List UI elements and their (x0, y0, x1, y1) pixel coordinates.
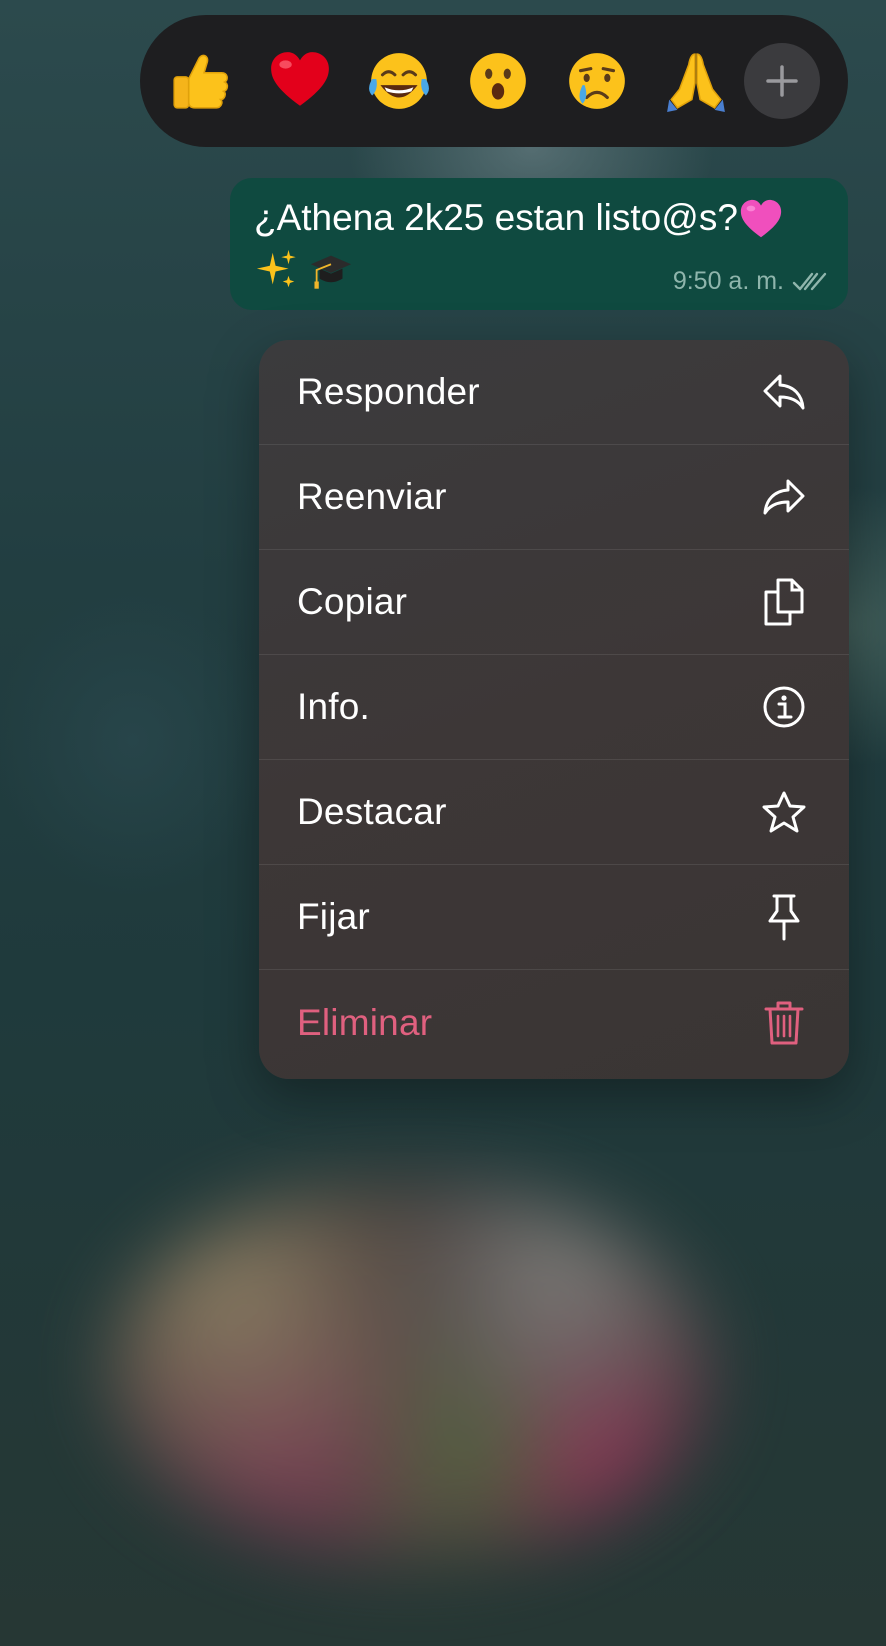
message-text: ¿Athena 2k25 estan listo@s? (254, 197, 738, 238)
menu-item-info[interactable]: Info. (259, 655, 849, 760)
tears-of-joy-emoji[interactable] (366, 48, 432, 114)
menu-item-label: Fijar (297, 896, 370, 937)
menu-item-delete[interactable]: Eliminar (259, 970, 849, 1075)
pink-heart-emoji (738, 192, 784, 244)
folded-hands-emoji[interactable] (663, 48, 729, 114)
surprised-face-emoji[interactable] (465, 48, 531, 114)
menu-item-label: Copiar (297, 581, 408, 622)
menu-item-copy[interactable]: Copiar (259, 550, 849, 655)
info-icon (761, 684, 807, 730)
menu-item-label: Destacar (297, 791, 447, 832)
menu-item-label: Responder (297, 371, 480, 412)
reply-icon (761, 369, 807, 415)
trash-icon (761, 1000, 807, 1046)
crying-face-emoji[interactable] (564, 48, 630, 114)
forward-icon (761, 474, 807, 520)
message-context-menu: Responder Reenviar Copiar Info. Destacar… (259, 340, 849, 1079)
menu-item-reply[interactable]: Responder (259, 340, 849, 445)
reaction-bar (140, 15, 848, 147)
star-icon (761, 789, 807, 835)
more-reactions-button[interactable] (744, 43, 820, 119)
double-check-icon (792, 272, 827, 290)
red-heart-emoji[interactable] (267, 48, 333, 114)
message-bubble[interactable]: ¿Athena 2k25 estan listo@s? 9:50 a. m. (230, 178, 848, 310)
copy-icon (761, 578, 807, 626)
menu-item-star[interactable]: Destacar (259, 760, 849, 865)
graduation-cap-emoji (310, 255, 352, 289)
menu-item-label: Info. (297, 686, 370, 727)
menu-item-forward[interactable]: Reenviar (259, 445, 849, 550)
thumbs-up-emoji[interactable] (168, 48, 234, 114)
blurred-photo-region (110, 1180, 710, 1560)
message-meta: 9:50 a. m. (673, 267, 828, 296)
sparkles-emoji (256, 249, 296, 288)
pin-icon (761, 894, 807, 941)
menu-item-label: Reenviar (297, 476, 447, 517)
menu-item-label: Eliminar (297, 1001, 433, 1043)
plus-icon (766, 65, 798, 97)
menu-item-pin[interactable]: Fijar (259, 865, 849, 970)
message-time: 9:50 a. m. (672, 267, 784, 295)
